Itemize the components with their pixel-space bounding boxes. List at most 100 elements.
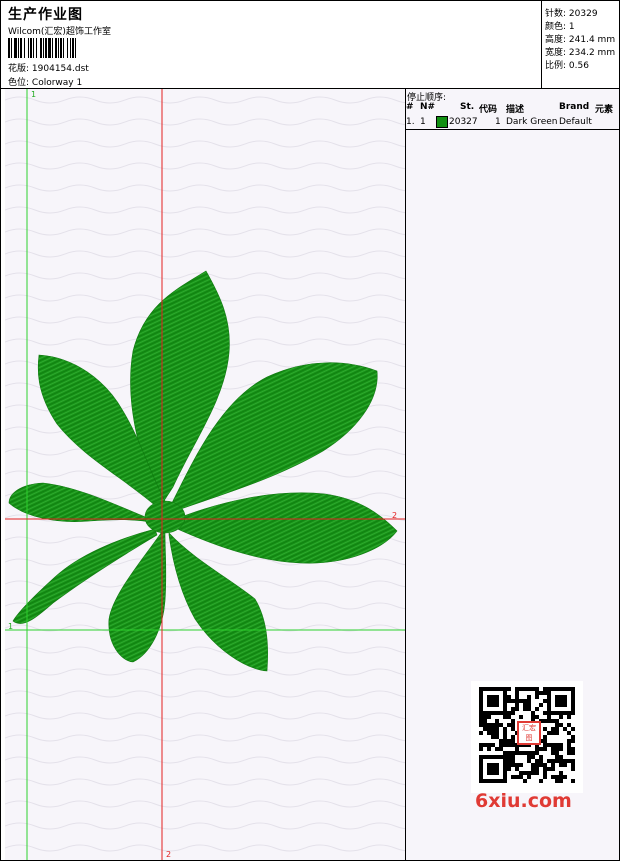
qr-module bbox=[559, 759, 563, 763]
qr-module bbox=[487, 723, 491, 727]
qr-module bbox=[543, 711, 547, 715]
barcode-bar bbox=[48, 38, 51, 58]
qr-module bbox=[539, 703, 543, 707]
qr-module bbox=[511, 751, 515, 755]
green-marker-top: 1 bbox=[31, 90, 36, 99]
qr-module bbox=[515, 691, 519, 695]
qr-module bbox=[523, 751, 527, 755]
qr-module bbox=[531, 687, 535, 691]
qr-module bbox=[527, 687, 531, 691]
design-file-value: 1904154.dst bbox=[31, 64, 89, 74]
qr-module bbox=[559, 747, 563, 751]
qr-module bbox=[535, 747, 539, 751]
qr-module bbox=[519, 715, 523, 719]
qr-module bbox=[559, 755, 563, 759]
qr-module bbox=[527, 751, 531, 755]
qr-module bbox=[511, 763, 515, 767]
qr-module bbox=[511, 739, 515, 743]
qr-module bbox=[547, 719, 551, 723]
qr-module bbox=[531, 711, 535, 715]
qr-module bbox=[483, 719, 487, 723]
qr-module bbox=[559, 715, 563, 719]
qr-module bbox=[491, 727, 495, 731]
qr-module bbox=[511, 707, 515, 711]
header-stats-panel: 针数: 20329 颜色: 1 高度: 241.4 mm 宽度: 234.2 m… bbox=[543, 1, 619, 88]
stat-stitches: 针数: 20329 bbox=[545, 9, 598, 19]
qr-module bbox=[507, 759, 511, 763]
column-code: 代码 bbox=[479, 105, 498, 115]
qr-module bbox=[535, 691, 539, 695]
qr-module bbox=[567, 747, 571, 751]
qr-module bbox=[539, 755, 543, 759]
qr-module bbox=[535, 771, 539, 775]
qr-module bbox=[555, 727, 559, 731]
barcode-bar bbox=[33, 38, 34, 58]
qr-module bbox=[543, 763, 547, 767]
qr-module bbox=[555, 779, 559, 783]
barcode-bar bbox=[30, 38, 32, 58]
qr-module bbox=[543, 687, 547, 691]
barcode-bar bbox=[45, 38, 47, 58]
qr-module bbox=[503, 731, 507, 735]
qr-module bbox=[515, 747, 519, 751]
qr-module bbox=[555, 775, 559, 779]
header-info-panel: 生产作业图 Wilcom(汇宏)超饰工作室 花版: 1904154.dst 色位… bbox=[1, 1, 542, 88]
red-marker-right: 2 bbox=[392, 511, 397, 520]
qr-module bbox=[571, 739, 575, 743]
qr-module bbox=[519, 763, 523, 767]
qr-module bbox=[567, 731, 571, 735]
qr-module bbox=[567, 751, 571, 755]
qr-module bbox=[571, 779, 575, 783]
qr-module bbox=[519, 771, 523, 775]
barcode bbox=[8, 38, 76, 58]
qr-module bbox=[571, 727, 575, 731]
qr-module bbox=[523, 699, 527, 703]
qr-module bbox=[487, 747, 491, 751]
design-preview-area: 1 1 2 2 bbox=[5, 89, 406, 860]
qr-finder bbox=[487, 763, 499, 775]
qr-module bbox=[483, 743, 487, 747]
qr-module bbox=[527, 755, 531, 759]
qr-module bbox=[499, 743, 503, 747]
qr-module bbox=[479, 747, 483, 751]
qr-module bbox=[571, 747, 575, 751]
qr-module bbox=[535, 759, 539, 763]
qr-module bbox=[519, 687, 523, 691]
qr-module bbox=[555, 731, 559, 735]
qr-module bbox=[479, 715, 483, 719]
qr-module bbox=[531, 751, 535, 755]
qr-module bbox=[571, 763, 575, 767]
qr-module bbox=[559, 723, 563, 727]
qr-module bbox=[547, 731, 551, 735]
barcode-bar bbox=[20, 38, 22, 58]
qr-module bbox=[527, 699, 531, 703]
qr-module bbox=[547, 767, 551, 771]
qr-module bbox=[543, 767, 547, 771]
qr-module bbox=[507, 695, 511, 699]
qr-module bbox=[551, 731, 555, 735]
qr-module bbox=[507, 767, 511, 771]
qr-module bbox=[511, 755, 515, 759]
table-divider bbox=[406, 129, 619, 130]
qr-module bbox=[551, 759, 555, 763]
qr-module bbox=[535, 695, 539, 699]
qr-module bbox=[483, 715, 487, 719]
column-index: # bbox=[406, 102, 414, 112]
qr-module bbox=[571, 735, 575, 739]
row-needle: 1 bbox=[420, 117, 426, 127]
qr-module bbox=[563, 727, 567, 731]
qr-module bbox=[495, 723, 499, 727]
column-description: 描述 bbox=[506, 105, 525, 115]
qr-module bbox=[491, 723, 495, 727]
qr-module bbox=[551, 775, 555, 779]
qr-module bbox=[527, 775, 531, 779]
barcode-bar bbox=[36, 38, 37, 58]
qr-module bbox=[551, 767, 555, 771]
colorway-label: 色位: bbox=[8, 78, 30, 88]
qr-module bbox=[555, 719, 559, 723]
qr-module bbox=[507, 739, 511, 743]
row-description: Dark Green bbox=[506, 117, 558, 127]
barcode-bar bbox=[52, 38, 53, 58]
qr-module bbox=[515, 699, 519, 703]
qr-module bbox=[507, 687, 511, 691]
